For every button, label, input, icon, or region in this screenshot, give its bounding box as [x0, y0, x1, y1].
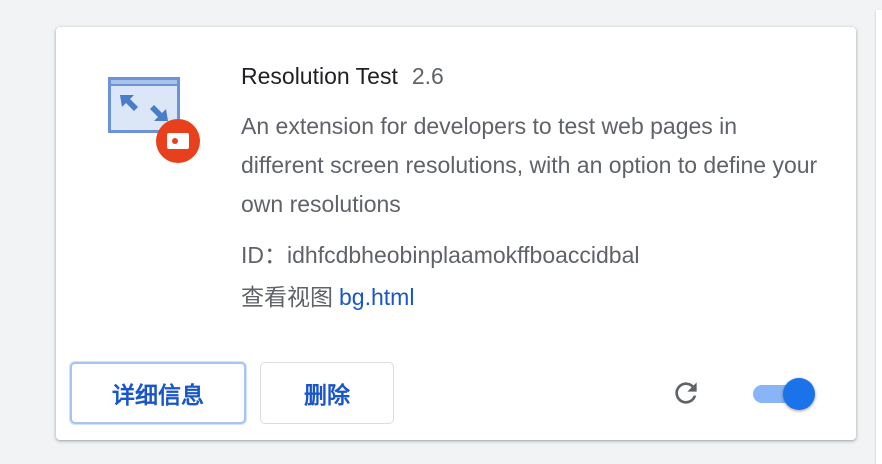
inspect-views: 查看视图 bg.html — [241, 278, 414, 312]
reload-icon[interactable] — [670, 377, 702, 409]
inspect-views-link[interactable]: bg.html — [339, 284, 414, 310]
extension-description: An extension for developers to test web … — [241, 113, 818, 217]
extension-title: Resolution Test 2.6 — [241, 63, 444, 90]
extension-name: Resolution Test — [241, 63, 398, 89]
extension-id: ID：idhfcdbheobinplaamokffboaccidbal — [241, 242, 640, 268]
extension-version: 2.6 — [411, 63, 444, 89]
extension-card: Resolution Test 2.6 An extension for deve… — [56, 27, 856, 440]
next-card-edge — [876, 10, 882, 464]
enable-toggle[interactable] — [753, 377, 817, 411]
remove-button[interactable]: 删除 — [260, 362, 394, 424]
resolution-test-icon — [108, 77, 204, 173]
toggle-knob — [783, 378, 815, 410]
inspect-views-label: 查看视图 — [241, 284, 333, 310]
details-button[interactable]: 详细信息 — [70, 362, 246, 424]
